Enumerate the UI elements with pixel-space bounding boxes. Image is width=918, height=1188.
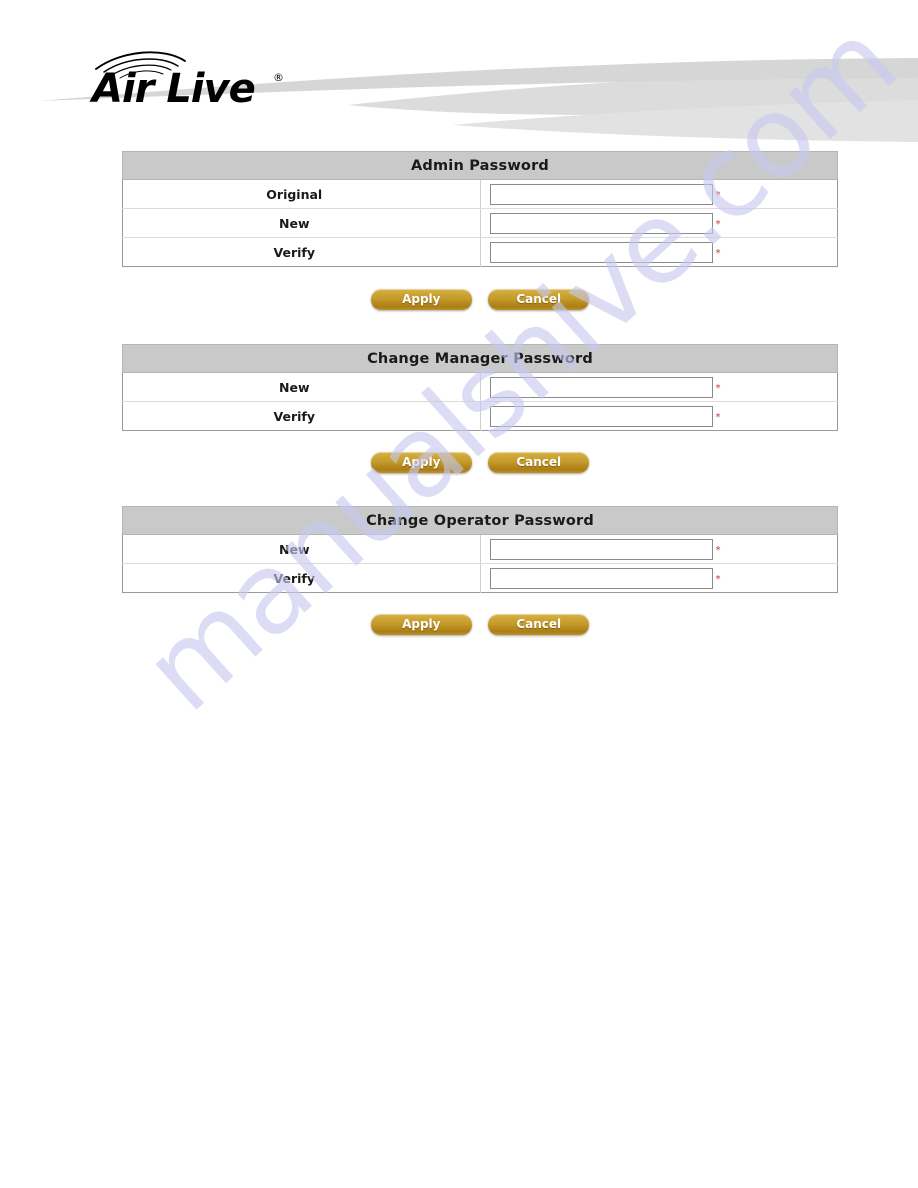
- section-title: Change Manager Password: [122, 344, 838, 373]
- table-row: Original *: [122, 179, 838, 209]
- admin-apply-button[interactable]: Apply: [370, 289, 472, 310]
- svg-text:Air Live: Air Live: [89, 66, 255, 108]
- table-row: New *: [122, 534, 838, 564]
- section-title: Change Operator Password: [122, 506, 838, 535]
- manager-apply-button[interactable]: Apply: [370, 452, 472, 473]
- row-label-new: New: [122, 208, 481, 238]
- section-title: Admin Password: [122, 151, 838, 180]
- svg-text:®: ®: [273, 71, 284, 84]
- table-row: New *: [122, 208, 838, 238]
- admin-cancel-button[interactable]: Cancel: [488, 289, 590, 310]
- operator-cancel-button[interactable]: Cancel: [488, 614, 590, 635]
- operator-new-password-input[interactable]: [489, 538, 713, 560]
- row-field-verify: *: [480, 563, 838, 593]
- row-field-new: *: [480, 208, 838, 238]
- table-header-row: Admin Password: [122, 151, 838, 180]
- row-field-original: *: [480, 179, 838, 209]
- table-header-row: Change Operator Password: [122, 506, 838, 535]
- admin-password-table: Admin Password Original * New * Verify *: [122, 151, 838, 267]
- page-header: Air Live ®: [0, 0, 918, 145]
- manager-password-table: Change Manager Password New * Verify *: [122, 344, 838, 431]
- row-label-verify: Verify: [122, 563, 481, 593]
- manager-password-button-row: Apply Cancel: [122, 452, 838, 473]
- required-asterisk: *: [715, 412, 721, 423]
- operator-verify-password-input[interactable]: [489, 567, 713, 589]
- section-manager-password: Change Manager Password New * Verify *: [122, 344, 838, 431]
- required-asterisk: *: [715, 219, 721, 230]
- required-asterisk: *: [715, 190, 721, 201]
- row-label-verify: Verify: [122, 237, 481, 267]
- table-row: Verify *: [122, 237, 838, 267]
- table-row: Verify *: [122, 401, 838, 431]
- row-label-verify: Verify: [122, 401, 481, 431]
- table-row: New *: [122, 372, 838, 402]
- required-asterisk: *: [715, 383, 721, 394]
- admin-new-password-input[interactable]: [489, 212, 713, 234]
- row-label-original: Original: [122, 179, 481, 209]
- airlive-logo: Air Live ®: [89, 51, 284, 108]
- page-root: manualshive.com Air Live ® Admin Passwor…: [0, 0, 918, 1188]
- row-label-new: New: [122, 534, 481, 564]
- manager-cancel-button[interactable]: Cancel: [488, 452, 590, 473]
- operator-password-table: Change Operator Password New * Verify *: [122, 506, 838, 593]
- required-asterisk: *: [715, 248, 721, 259]
- operator-password-button-row: Apply Cancel: [122, 614, 838, 635]
- admin-verify-password-input[interactable]: [489, 241, 713, 263]
- required-asterisk: *: [715, 574, 721, 585]
- admin-password-button-row: Apply Cancel: [122, 289, 838, 310]
- required-asterisk: *: [715, 545, 721, 556]
- operator-apply-button[interactable]: Apply: [370, 614, 472, 635]
- row-field-verify: *: [480, 401, 838, 431]
- table-header-row: Change Manager Password: [122, 344, 838, 373]
- section-admin-password: Admin Password Original * New * Verify *: [122, 151, 838, 267]
- row-field-verify: *: [480, 237, 838, 267]
- admin-original-password-input[interactable]: [489, 183, 713, 205]
- table-row: Verify *: [122, 563, 838, 593]
- section-operator-password: Change Operator Password New * Verify *: [122, 506, 838, 593]
- row-field-new: *: [480, 372, 838, 402]
- manager-new-password-input[interactable]: [489, 376, 713, 398]
- manager-verify-password-input[interactable]: [489, 405, 713, 427]
- row-label-new: New: [122, 372, 481, 402]
- row-field-new: *: [480, 534, 838, 564]
